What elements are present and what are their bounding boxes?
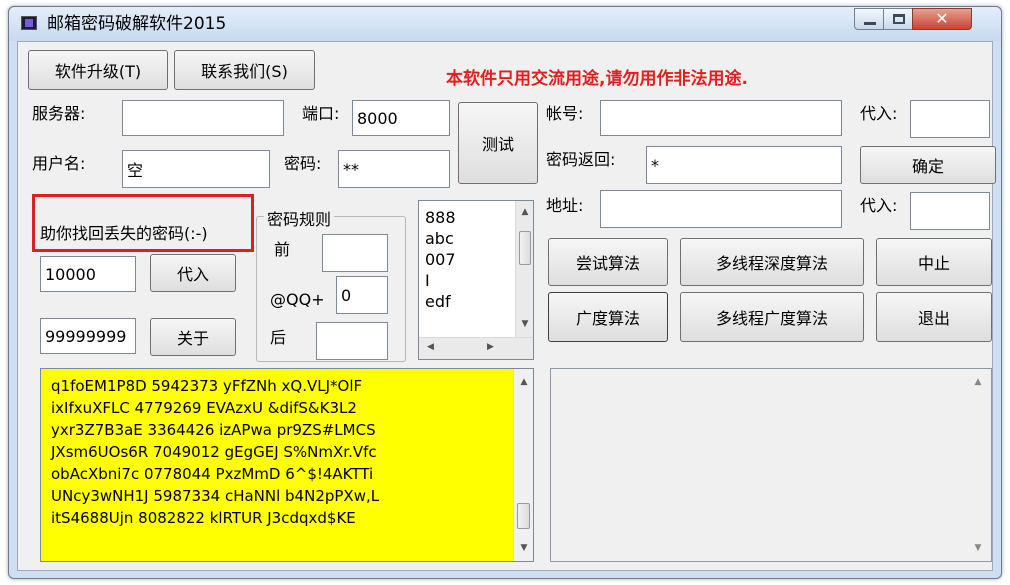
range-end-input[interactable] [40,318,136,354]
scroll-up-icon[interactable]: ▲ [516,207,534,217]
output-line: ixIfxuXFLC 4779269 EVAzxU &difS&K3L2 [51,399,357,417]
scroll-right-icon[interactable]: ▶ [487,342,494,352]
close-button[interactable]: ✕ [912,8,972,30]
wordlist-box[interactable]: 888 abc 007 I edf ▲ ▼ ◀ ▶ [418,200,534,360]
scroll-down-icon[interactable]: ▼ [969,543,987,553]
output-line: JXsm6UOs6R 7049012 gEgGEJ S%NmXr.Vfc [51,443,377,461]
output-line: UNcy3wNH1J 5987334 cHaNNl b4N2pPXw,L [51,487,380,505]
maximize-button[interactable] [883,8,913,30]
scroll-up-icon[interactable]: ▲ [515,377,533,387]
try-algorithm-button[interactable]: 尝试算法 [548,238,668,286]
scroll-up-icon[interactable]: ▲ [969,377,987,387]
range-start-input[interactable] [40,256,136,292]
output-line: yxr3Z7B3aE 3364426 izAPwa pr9ZS#LMCS [51,421,376,439]
password-label: 密码: [284,154,322,173]
scroll-thumb[interactable] [517,503,530,529]
wordlist-item[interactable]: edf [419,291,515,312]
password-return-label: 密码返回: [546,150,616,169]
about-button[interactable]: 关于 [150,318,236,356]
output-line: obAcXbni7c 0778044 PxzMmD 6^$!4AKTTi [51,465,374,483]
password-rules-title: 密码规则 [264,206,335,230]
account-input[interactable] [600,100,842,136]
substitute-range-button[interactable]: 代入 [150,254,236,292]
suffix-input[interactable] [316,322,388,360]
scroll-down-icon[interactable]: ▼ [516,319,534,329]
qq-input[interactable] [336,276,388,314]
substitute-input-1[interactable] [910,100,990,138]
upgrade-button[interactable]: 软件升级(T) [28,50,168,90]
wordlist-item[interactable]: 007 [419,249,515,270]
port-input[interactable] [352,100,450,136]
minimize-icon [864,22,876,25]
wordlist-item[interactable]: abc [419,228,515,249]
qq-label: @QQ+ [270,290,325,309]
output-lines: q1foEM1P8D 5942373 yFfZNh xQ.VLJ*OlF ixI… [51,375,379,529]
main-window: 邮箱密码破解软件2015 ✕ 软件升级(T) 联系我们(S) 本软件只用交流用途… [8,6,1002,579]
wordlist-hscrollbar[interactable]: ◀ ▶ [419,337,533,359]
scroll-thumb[interactable] [519,231,531,265]
client-area: 软件升级(T) 联系我们(S) 本软件只用交流用途,请勿用作非法用途. 服务器:… [17,41,996,571]
title-bar[interactable]: 邮箱密码破解软件2015 ✕ [9,7,1001,41]
multi-breadth-algorithm-button[interactable]: 多线程广度算法 [680,292,864,342]
server-label: 服务器: [32,104,86,123]
prefix-input[interactable] [322,234,388,272]
prefix-label: 前 [274,240,291,259]
username-input[interactable] [122,150,270,188]
exit-button[interactable]: 退出 [876,292,992,342]
substitute-input-2[interactable] [910,192,990,230]
stop-button[interactable]: 中止 [876,238,992,286]
multi-depth-algorithm-button[interactable]: 多线程深度算法 [680,238,864,286]
breadth-algorithm-button[interactable]: 广度算法 [548,292,668,342]
app-icon [21,16,37,30]
wordlist-item[interactable]: 888 [419,207,515,228]
scroll-down-icon[interactable]: ▼ [515,543,533,553]
output-textarea[interactable]: q1foEM1P8D 5942373 yFfZNh xQ.VLJ*OlF ixI… [40,368,534,562]
scroll-left-icon[interactable]: ◀ [427,342,434,352]
log-textarea[interactable]: ▲ ▼ [550,368,992,562]
wordlist-item[interactable]: I [419,270,515,291]
substitute-label-2: 代入: [860,196,898,215]
suffix-label: 后 [270,328,287,347]
output-vscrollbar[interactable]: ▲ ▼ [513,369,533,561]
password-input[interactable] [338,150,450,188]
wordlist-items: 888 abc 007 I edf [419,207,515,312]
server-input[interactable] [122,100,284,136]
test-button[interactable]: 测试 [458,102,538,184]
minimize-button[interactable] [854,8,884,30]
contact-button[interactable]: 联系我们(S) [174,50,315,90]
address-label: 地址: [546,196,584,215]
output-line: itS4688Ujn 8082822 klRTUR J3cdqxd$KE [51,509,356,527]
maximize-icon [893,14,905,24]
warning-text: 本软件只用交流用途,请勿用作非法用途. [446,69,748,89]
account-label: 帐号: [546,104,584,123]
address-input[interactable] [600,190,842,228]
username-label: 用户名: [32,154,86,173]
password-return-input[interactable] [646,146,842,184]
substitute-label-1: 代入: [860,104,898,123]
confirm-button[interactable]: 确定 [860,146,996,184]
port-label: 端口: [302,104,340,123]
close-icon: ✕ [935,9,949,28]
wordlist-vscrollbar[interactable]: ▲ ▼ [515,201,533,337]
output-line: q1foEM1P8D 5942373 yFfZNh xQ.VLJ*OlF [51,377,363,395]
window-title: 邮箱密码破解软件2015 [47,14,227,34]
helper-text: 助你找回丢失的密码(:-) [40,224,208,243]
